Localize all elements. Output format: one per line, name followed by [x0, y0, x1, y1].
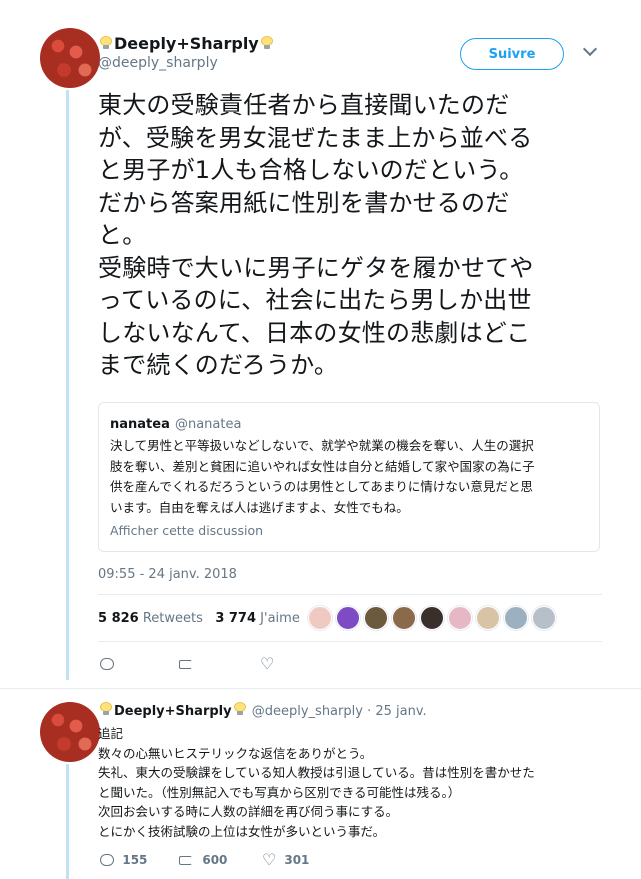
quote-author-handle: @nanatea	[174, 417, 242, 432]
divider	[98, 641, 602, 642]
reply-retweet-button[interactable]: 600	[178, 853, 262, 867]
reply-button[interactable]	[100, 657, 178, 671]
reply-like-button[interactable]: ♡ 301	[262, 850, 310, 869]
retweets-label[interactable]: Retweets	[143, 611, 203, 626]
liker-avatar[interactable]	[308, 606, 332, 630]
liker-avatar[interactable]	[504, 606, 528, 630]
retweets-count[interactable]: 5 826	[98, 611, 139, 626]
retweet-button[interactable]	[178, 657, 260, 671]
thread-line	[66, 90, 69, 680]
reply-icon	[100, 854, 114, 866]
liker-avatar[interactable]	[420, 606, 444, 630]
retweet-count: 600	[202, 853, 228, 867]
reply-date[interactable]: · 25 janv.	[367, 704, 427, 719]
follow-button[interactable]: Suivre	[460, 38, 564, 70]
thread-line	[66, 764, 69, 879]
divider	[98, 594, 602, 595]
liker-avatar[interactable]	[532, 606, 556, 630]
liker-avatar[interactable]	[448, 606, 472, 630]
lightbulb-icon	[233, 702, 246, 716]
show-thread-link[interactable]: Afficher cette discussion	[110, 523, 588, 538]
likes-label[interactable]: J'aime	[260, 611, 300, 626]
chevron-down-icon[interactable]	[582, 41, 598, 57]
reply-header: Deeply+Sharply @deeply_sharply · 25 janv…	[98, 702, 427, 719]
reply-author-handle[interactable]: @deeply_sharply	[252, 704, 363, 719]
author-name[interactable]: Deeply+Sharply	[114, 34, 259, 53]
retweet-icon	[178, 855, 194, 865]
liker-avatars	[308, 606, 556, 630]
reply-reply-button[interactable]: 155	[100, 853, 178, 867]
tweet-actions: ♡	[100, 654, 275, 673]
retweet-icon	[178, 659, 194, 669]
liker-avatar[interactable]	[392, 606, 416, 630]
lightbulb-icon	[100, 36, 112, 50]
lightbulb-icon	[100, 702, 112, 716]
reply-icon	[100, 658, 114, 670]
tweet-text: 東大の受験責任者から直接聞いたのだ が、受験を男女混ぜたまま上から並べる と男子…	[98, 91, 534, 379]
reply-count: 155	[122, 853, 148, 867]
quote-text: 決して男性と平等扱いなどしないで、就学や就業の機会を奪い、人生の選択 肢を奪い、…	[110, 438, 535, 515]
heart-icon: ♡	[260, 654, 275, 673]
tweet-timestamp[interactable]: 09:55 - 24 janv. 2018	[98, 567, 237, 582]
divider	[0, 688, 641, 689]
quote-author-name: nanatea	[110, 417, 170, 432]
reply-text: 追記 数々の心無いヒステリックな返信をありがとう。 失礼、東大の受験課をしている…	[98, 726, 535, 839]
tweet-stats: 5 826 Retweets 3 774 J'aime	[98, 611, 300, 626]
quoted-tweet[interactable]: nanatea @nanatea 決して男性と平等扱いなどしないで、就学や就業の…	[98, 402, 600, 552]
reply-author-name[interactable]: Deeply+Sharply	[114, 704, 232, 719]
lightbulb-icon	[260, 36, 273, 50]
reply-author-avatar[interactable]	[40, 702, 100, 762]
like-count: 301	[284, 853, 310, 867]
author-avatar[interactable]	[40, 28, 100, 88]
likes-count[interactable]: 3 774	[215, 611, 256, 626]
heart-icon: ♡	[262, 850, 277, 869]
author-header: Deeply+Sharply @deeply_sharply	[98, 34, 275, 71]
author-handle[interactable]: @deeply_sharply	[98, 55, 275, 71]
liker-avatar[interactable]	[364, 606, 388, 630]
liker-avatar[interactable]	[336, 606, 360, 630]
like-button[interactable]: ♡	[260, 654, 275, 673]
reply-actions: 155 600 ♡ 301	[100, 850, 310, 869]
liker-avatar[interactable]	[476, 606, 500, 630]
